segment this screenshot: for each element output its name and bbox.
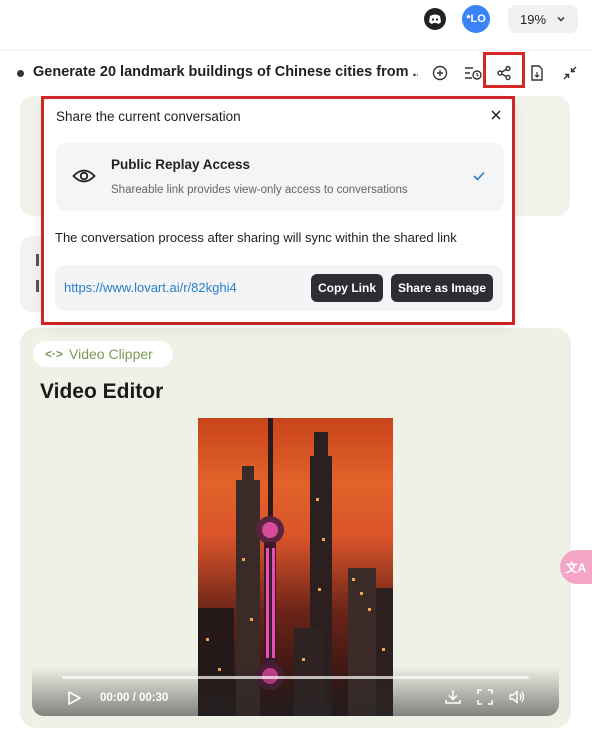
text-fragment	[36, 280, 39, 292]
copy-link-button[interactable]: Copy Link	[311, 274, 383, 302]
zoom-dropdown[interactable]: 19%	[508, 5, 578, 33]
top-bar: *LO 19%	[0, 0, 592, 42]
share-highlight-outline	[483, 52, 525, 88]
play-icon[interactable]	[66, 690, 82, 711]
video-controls: 00:00 / 00:30	[32, 666, 559, 716]
eye-icon	[72, 167, 96, 190]
status-dot	[17, 70, 24, 77]
check-icon	[472, 169, 486, 187]
popup-title: Share the current conversation	[56, 109, 241, 124]
access-title: Public Replay Access	[111, 157, 251, 172]
download-icon[interactable]	[444, 688, 462, 706]
conversation-title[interactable]: Generate 20 landmark buildings of Chines…	[33, 64, 418, 80]
translate-button[interactable]: 文A	[560, 550, 592, 584]
volume-icon[interactable]	[508, 688, 526, 706]
video-time: 00:00 / 00:30	[100, 692, 169, 704]
video-player[interactable]: 00:00 / 00:30	[32, 418, 559, 716]
video-editor-title: Video Editor	[40, 380, 164, 403]
fullscreen-icon[interactable]	[476, 688, 494, 706]
share-link-box: https://www.lovart.ai/r/82kghi4 Copy Lin…	[55, 265, 503, 311]
history-icon[interactable]	[463, 63, 483, 83]
export-file-icon[interactable]	[527, 63, 547, 83]
zoom-value: 19%	[520, 11, 547, 27]
share-link-url[interactable]: https://www.lovart.ai/r/82kghi4	[64, 280, 237, 295]
new-chat-icon[interactable]	[430, 63, 450, 83]
discord-icon[interactable]	[424, 8, 446, 30]
share-popup: Share the current conversation Public Re…	[44, 99, 512, 322]
badge-label: Video Clipper	[69, 346, 153, 362]
close-icon[interactable]	[488, 107, 504, 123]
share-as-image-button[interactable]: Share as Image	[391, 274, 493, 302]
progress-bar[interactable]	[62, 676, 529, 679]
access-description: Shareable link provides view-only access…	[111, 184, 408, 196]
public-replay-access-option[interactable]: Public Replay Access Shareable link prov…	[56, 143, 504, 211]
avatar-initials: *LO	[466, 13, 486, 25]
chevron-down-icon	[557, 16, 565, 22]
avatar[interactable]: *LO	[462, 5, 490, 33]
video-clipper-badge: <·> Video Clipper	[33, 341, 173, 367]
code-brackets-icon: <·>	[45, 347, 64, 361]
sync-note: The conversation process after sharing w…	[55, 230, 457, 245]
translate-icon: 文A	[565, 560, 587, 575]
collapse-icon[interactable]	[560, 63, 580, 83]
text-fragment	[36, 254, 39, 266]
